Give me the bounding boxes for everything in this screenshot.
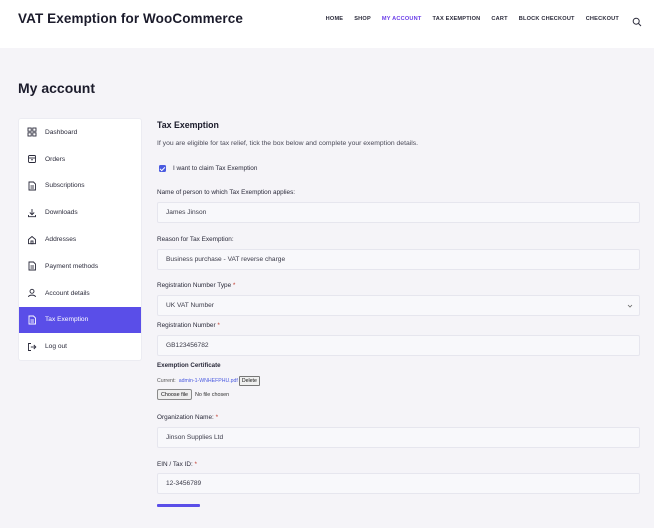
required-mark: * [194, 461, 198, 468]
reg-type-select[interactable]: UK VAT Number [157, 295, 640, 316]
reason-label: Reason for Tax Exemption: [157, 236, 234, 243]
cert-current: Current: admin-1-WNHEFPHU.pdf Delete [157, 376, 260, 386]
reg-type-label-text: Registration Number Type [157, 282, 232, 289]
sidebar-item-label: Orders [45, 155, 66, 163]
cert-delete-button[interactable]: Delete [238, 376, 260, 386]
org-label: Organization Name: * [157, 414, 218, 421]
document-icon [27, 261, 37, 271]
reason-input[interactable]: Business purchase - VAT reverse charge [157, 249, 640, 270]
intro-text: If you are eligible for tax relief, tick… [157, 140, 419, 147]
document-icon [27, 315, 37, 325]
site-header: VAT Exemption for WooCommerce HOME SHOP … [0, 0, 654, 48]
reg-type-value: UK VAT Number [166, 302, 215, 309]
ein-label-text: EIN / Tax ID: [157, 461, 193, 468]
nav-home[interactable]: HOME [326, 16, 344, 22]
sidebar-item-label: Dashboard [45, 128, 78, 136]
sidebar-item-dashboard[interactable]: Dashboard [19, 119, 141, 146]
nav-my-account[interactable]: MY ACCOUNT [382, 16, 422, 22]
choose-file-button[interactable]: Choose file [157, 389, 192, 400]
document-icon [27, 181, 37, 191]
cert-label: Exemption Certificate [157, 362, 221, 369]
download-icon [27, 208, 37, 218]
section-title: Tax Exemption [157, 120, 219, 130]
sidebar-item-subscriptions[interactable]: Subscriptions [19, 173, 141, 200]
box-icon [27, 154, 37, 164]
sidebar-item-label: Downloads [45, 209, 78, 217]
claim-checkbox[interactable] [159, 165, 166, 172]
reg-type-label: Registration Number Type * [157, 282, 235, 289]
name-label: Name of person to which Tax Exemption ap… [157, 189, 296, 196]
file-upload: Choose file No file chosen [157, 389, 229, 400]
no-file-text: No file chosen [194, 391, 230, 398]
sidebar-item-payment-methods[interactable]: Payment methods [19, 253, 141, 280]
sidebar-item-tax-exemption[interactable]: Tax Exemption [19, 306, 141, 334]
account-sidebar: Dashboard Orders Subscriptions Downloads… [18, 118, 142, 362]
ein-input[interactable]: 12-3456789 [157, 473, 640, 494]
required-mark: * [215, 414, 219, 421]
main-nav: HOME SHOP MY ACCOUNT TAX EXEMPTION CART … [326, 14, 642, 27]
home-icon [27, 235, 37, 245]
name-input[interactable]: James Jinson [157, 202, 640, 223]
sidebar-item-label: Payment methods [45, 262, 99, 270]
nav-cart[interactable]: CART [491, 16, 507, 22]
cert-current-prefix: Current: [157, 378, 176, 384]
search-icon[interactable] [632, 14, 642, 27]
sidebar-item-logout[interactable]: Log out [19, 333, 141, 360]
user-icon [27, 288, 37, 298]
chevron-down-icon [627, 303, 633, 309]
sidebar-item-downloads[interactable]: Downloads [19, 199, 141, 226]
sidebar-item-account-details[interactable]: Account details [19, 280, 141, 307]
reg-number-label-text: Registration Number [157, 322, 216, 329]
nav-block-checkout[interactable]: BLOCK CHECKOUT [519, 16, 575, 22]
nav-checkout[interactable]: CHECKOUT [586, 16, 619, 22]
sidebar-item-label: Tax Exemption [45, 316, 89, 324]
sidebar-item-label: Subscriptions [45, 182, 85, 190]
ein-label: EIN / Tax ID: * [157, 461, 197, 468]
org-label-text: Organization Name: [157, 414, 214, 421]
sidebar-item-label: Log out [45, 343, 67, 351]
reg-number-input[interactable]: GB123456782 [157, 335, 640, 356]
grid-icon [27, 127, 37, 137]
nav-tax-exemption[interactable]: TAX EXEMPTION [433, 16, 481, 22]
nav-shop[interactable]: SHOP [354, 16, 371, 22]
required-mark: * [232, 282, 236, 289]
reg-number-label: Registration Number * [157, 322, 220, 329]
sidebar-item-orders[interactable]: Orders [19, 146, 141, 173]
org-input[interactable]: Jinson Supplies Ltd [157, 427, 640, 448]
cert-file-link[interactable]: admin-1-WNHEFPHU.pdf [179, 378, 238, 384]
sidebar-item-addresses[interactable]: Addresses [19, 226, 141, 253]
logout-icon [27, 342, 37, 352]
sidebar-item-label: Addresses [45, 236, 77, 244]
required-mark: * [217, 322, 220, 329]
sidebar-item-label: Account details [45, 289, 90, 297]
claim-label: I want to claim Tax Exemption [173, 165, 258, 172]
submit-button[interactable] [157, 504, 200, 507]
site-title[interactable]: VAT Exemption for WooCommerce [18, 11, 243, 26]
claim-row: I want to claim Tax Exemption [159, 165, 257, 172]
page-title: My account [18, 80, 96, 96]
